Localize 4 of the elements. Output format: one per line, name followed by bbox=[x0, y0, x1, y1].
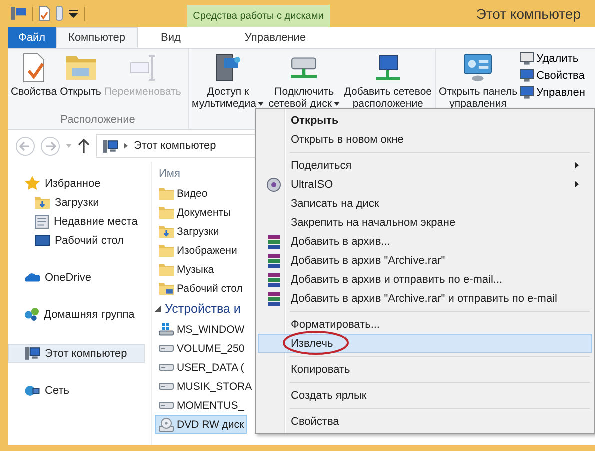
ribbon-group-label: Расположение bbox=[60, 114, 136, 128]
window-title: Этот компьютер bbox=[476, 6, 582, 22]
address-path: Этот компьютер bbox=[134, 140, 216, 152]
contextual-tab-group-header: Средства работы с дисками bbox=[187, 5, 330, 27]
